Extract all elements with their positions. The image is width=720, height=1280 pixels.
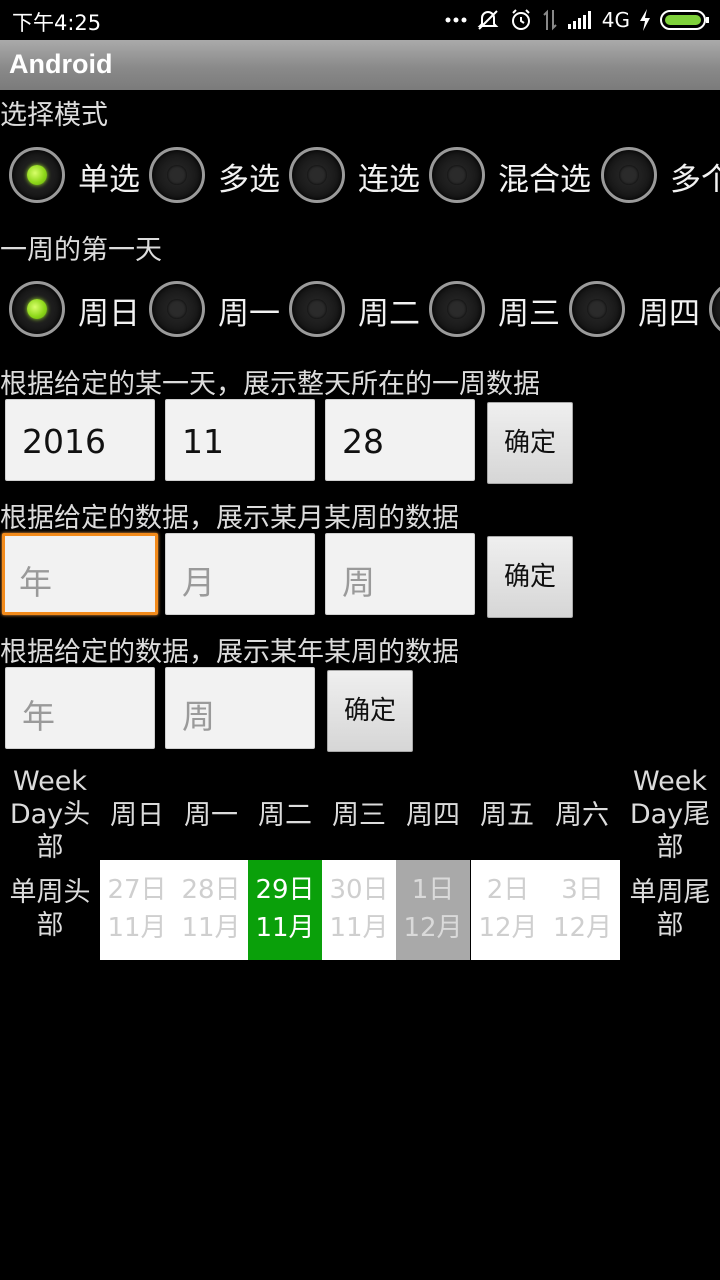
weekday-header: 周六: [555, 800, 609, 831]
week-day-header-start: Week Day头部: [9, 766, 91, 863]
status-bar: 下午4:25 4G: [0, 0, 720, 40]
radio-button-icon: [289, 147, 345, 203]
radio-label: 周二: [358, 296, 420, 332]
week-row-start: 单周头部: [9, 877, 91, 941]
radio-label: 单选: [78, 162, 140, 198]
day-month: 12月: [403, 913, 463, 943]
weekday-header: 周日: [110, 800, 164, 831]
alarm-icon: [509, 8, 533, 32]
confirm-by-day-button[interactable]: 确定: [487, 402, 573, 484]
radio-button-icon: [429, 281, 485, 337]
weekday-header: 周五: [480, 800, 534, 831]
radio-button-icon: [709, 281, 720, 337]
signal-icon: [567, 10, 593, 30]
data-arrows-icon: [542, 8, 558, 32]
week-field-2[interactable]: 周: [165, 667, 315, 749]
status-icons: 4G: [445, 6, 710, 34]
day-number: 1日: [411, 875, 455, 905]
day-month: 12月: [552, 913, 613, 943]
radio-button-icon: [429, 147, 485, 203]
month-input[interactable]: 11: [165, 399, 315, 481]
day-number: 29日: [255, 875, 315, 905]
radio-button-icon: [149, 281, 205, 337]
radio-button-icon: [601, 147, 657, 203]
selection-mode-label: 选择模式: [0, 100, 108, 131]
radio-label: 混合选: [498, 162, 591, 198]
weekday-header: 周三: [332, 800, 386, 831]
first-day-radio-group: 周日 周一 周二 周三 周四: [0, 276, 720, 346]
day-month: 11月: [107, 913, 167, 943]
mute-icon: [476, 8, 500, 32]
day-cell[interactable]: 28日 11月: [174, 860, 248, 960]
first-day-label: 一周的第一天: [0, 235, 162, 266]
day-month: 12月: [478, 913, 538, 943]
day-cell[interactable]: 1日 12月: [396, 860, 470, 960]
status-time: 下午4:25: [12, 11, 102, 35]
radio-label: 周四: [638, 296, 700, 332]
network-type: 4G: [601, 8, 630, 32]
radio-label: 周一: [218, 296, 280, 332]
battery-icon: [660, 9, 710, 31]
day-cell[interactable]: 29日 11月: [248, 860, 322, 960]
confirm-by-year-week-button[interactable]: 确定: [327, 670, 413, 752]
weekday-header: 周四: [406, 800, 460, 831]
confirm-by-month-week-button[interactable]: 确定: [487, 536, 573, 618]
day-cell[interactable]: 2日 12月: [471, 860, 545, 960]
month-field[interactable]: 月: [165, 533, 315, 615]
radio-button-icon: [9, 281, 65, 337]
day-number: 3日: [561, 875, 604, 905]
week-day-header-end: Week Day尾部: [629, 766, 711, 863]
weekday-header: 周二: [258, 800, 312, 831]
day-input[interactable]: 28: [325, 399, 475, 481]
selection-mode-radio-group: 单选 多选 连选 混合选 多个: [0, 142, 720, 212]
charging-icon: [639, 9, 651, 31]
day-month: 11月: [255, 913, 315, 943]
day-month: 11月: [181, 913, 241, 943]
weekday-header: 周一: [184, 800, 238, 831]
radio-button-icon: [149, 147, 205, 203]
day-number: 28日: [181, 875, 241, 905]
year-field-2[interactable]: 年: [5, 667, 155, 749]
more-dots-icon: [445, 17, 467, 23]
radio-label: 周日: [78, 296, 140, 332]
year-input[interactable]: 2016: [5, 399, 155, 481]
week-row-end: 单周尾部: [629, 877, 711, 941]
day-number: 27日: [107, 875, 167, 905]
day-number: 30日: [329, 875, 389, 905]
radio-button-icon: [289, 281, 345, 337]
day-cell[interactable]: 27日 11月: [100, 860, 174, 960]
by-year-week-label: 根据给定的数据，展示某年某周的数据: [0, 637, 459, 668]
day-month: 11月: [329, 913, 389, 943]
radio-label: 周三: [498, 296, 560, 332]
day-number: 2日: [486, 875, 530, 905]
app-title: Android: [9, 49, 113, 79]
action-bar: Android: [0, 40, 720, 90]
radio-button-icon: [569, 281, 625, 337]
by-month-week-label: 根据给定的数据，展示某月某周的数据: [0, 503, 459, 534]
radio-label: 多个: [670, 162, 720, 198]
by-day-label: 根据给定的某一天，展示整天所在的一周数据: [0, 369, 540, 400]
year-field[interactable]: 年: [2, 533, 158, 615]
radio-button-icon: [9, 147, 65, 203]
day-cell[interactable]: 30日 11月: [322, 860, 396, 960]
week-field[interactable]: 周: [325, 533, 475, 615]
day-cell[interactable]: 3日 12月: [545, 860, 620, 960]
radio-label: 多选: [218, 162, 280, 198]
radio-label: 连选: [358, 162, 420, 198]
